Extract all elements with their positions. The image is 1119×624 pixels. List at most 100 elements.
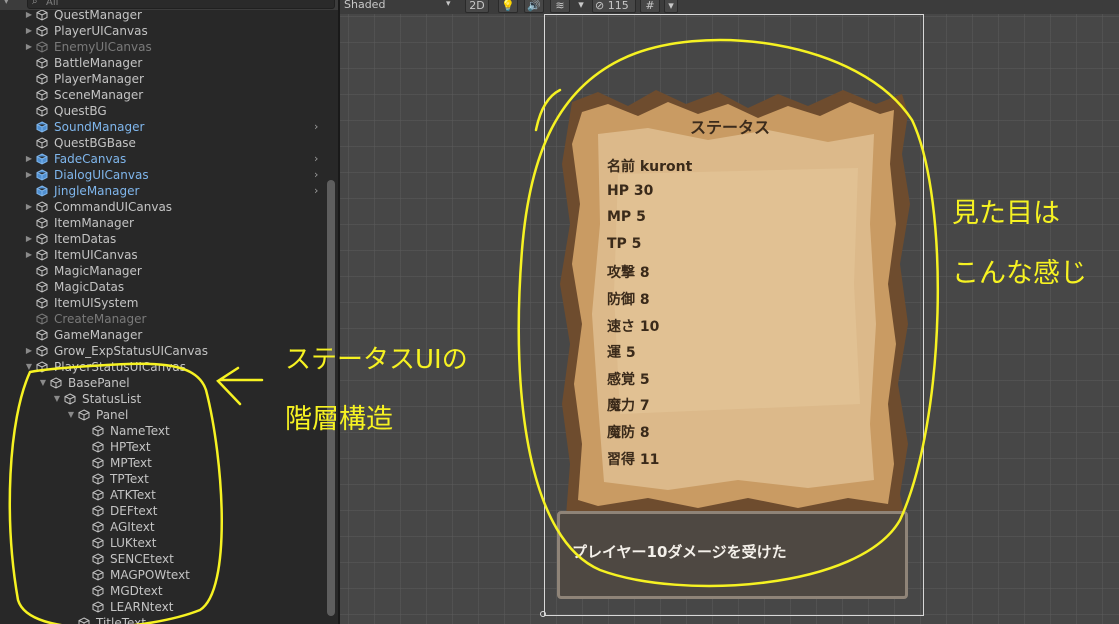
hierarchy-item[interactable]: PlayerManager (0, 71, 325, 87)
hierarchy-item[interactable]: ▶ DialogUICanvas › (0, 167, 325, 183)
hierarchy-item[interactable]: ▶ FadeCanvas › (0, 151, 325, 167)
hierarchy-item-label: DEFtext (110, 504, 158, 518)
grid-tool-button[interactable]: # (640, 0, 660, 13)
expand-arrow-icon[interactable]: ▶ (24, 231, 34, 247)
hierarchy-item[interactable]: JingleManager › (0, 183, 325, 199)
hierarchy-item[interactable]: AGItext (0, 519, 325, 535)
hierarchy-item[interactable]: HPText (0, 439, 325, 455)
hierarchy-item[interactable]: ▶ CommandUICanvas (0, 199, 325, 215)
gameobject-cube-icon (92, 489, 104, 501)
gameobject-cube-icon (36, 57, 48, 69)
expand-arrow-open-icon[interactable]: ▼ (66, 407, 76, 423)
hierarchy-item[interactable]: ▶ Grow_ExpStatusUICanvas (0, 343, 325, 359)
expand-arrow-icon[interactable]: ▶ (24, 167, 34, 183)
hierarchy-item[interactable]: TitleText (0, 615, 325, 624)
hierarchy-item-label: ATKText (110, 488, 156, 502)
expand-arrow-icon[interactable]: ▶ (24, 247, 34, 263)
gameobject-cube-icon (92, 537, 104, 549)
hierarchy-item[interactable]: DEFtext (0, 503, 325, 519)
hierarchy-item[interactable]: ItemUISystem (0, 295, 325, 311)
light-bulb-icon: 💡 (501, 0, 515, 12)
add-menu-dropdown-icon[interactable]: ▾ (4, 0, 9, 7)
hierarchy-search-input[interactable]: ⌕ All (27, 0, 335, 9)
hierarchy-item[interactable]: ▶ EnemyUICanvas (0, 39, 325, 55)
hierarchy-panel: ▶ QuestManager ▶ PlayerUICanvas ▶ EnemyUICanv… (0, 0, 338, 624)
effects-dropdown[interactable]: ▾ (574, 0, 588, 13)
hierarchy-item[interactable]: ▼ Panel (0, 407, 325, 423)
hierarchy-item[interactable]: GameManager (0, 327, 325, 343)
hierarchy-item[interactable]: ▶ ItemUICanvas (0, 247, 325, 263)
effects-button[interactable]: ≋ (550, 0, 570, 13)
hierarchy-item[interactable]: ▼ BasePanel (0, 375, 325, 391)
hierarchy-item[interactable]: MagicDatas (0, 279, 325, 295)
gameobject-cube-icon (36, 89, 48, 101)
2d-toggle-button[interactable]: 2D (465, 0, 489, 13)
hierarchy-item-label: MPText (110, 456, 152, 470)
chevron-right-icon[interactable]: › (314, 151, 318, 167)
stat-line: MP 5 (607, 209, 646, 226)
hierarchy-item[interactable]: MAGPOWtext (0, 567, 325, 583)
hidden-count: 115 (607, 0, 629, 12)
hierarchy-item[interactable]: SENCEtext (0, 551, 325, 567)
prefab-cube-icon (36, 153, 48, 165)
hierarchy-item[interactable]: ATKText (0, 487, 325, 503)
gameobject-cube-icon (92, 553, 104, 565)
hierarchy-item[interactable]: ItemManager (0, 215, 325, 231)
grid-tool-dropdown[interactable]: ▾ (664, 0, 678, 13)
hierarchy-item-label: ItemDatas (54, 232, 117, 246)
chevron-right-icon[interactable]: › (314, 167, 318, 183)
hierarchy-scrollbar[interactable] (327, 180, 335, 616)
gameobject-cube-icon (92, 441, 104, 453)
hierarchy-item[interactable]: QuestBGBase (0, 135, 325, 151)
hierarchy-item-label: ItemUICanvas (54, 248, 138, 262)
expand-arrow-icon[interactable]: ▶ (24, 199, 34, 215)
chevron-right-icon[interactable]: › (314, 183, 318, 199)
hierarchy-item[interactable]: CreateManager (0, 311, 325, 327)
hierarchy-item[interactable]: ▼ PlayerStatusUICanvas (0, 359, 325, 375)
hierarchy-item[interactable]: BattleManager (0, 55, 325, 71)
chevron-right-icon[interactable]: › (314, 119, 318, 135)
search-icon: ⌕ (32, 0, 38, 7)
stat-line: TP 5 (607, 235, 642, 252)
shading-mode-dropdown[interactable]: Shaded ▾ (340, 0, 460, 13)
expand-arrow-icon[interactable]: ▶ (24, 343, 34, 359)
expand-arrow-open-icon[interactable]: ▼ (38, 375, 48, 391)
hierarchy-item[interactable]: SoundManager › (0, 119, 325, 135)
gameobject-cube-icon (92, 601, 104, 613)
hierarchy-item-label: SENCEtext (110, 552, 174, 566)
message-text: プレイヤー10ダメージを受けた (572, 543, 787, 561)
hierarchy-item-label: GameManager (54, 328, 143, 342)
hierarchy-item[interactable]: LEARNtext (0, 599, 325, 615)
layers-icon: ≋ (555, 0, 565, 12)
hierarchy-item[interactable]: LUKtext (0, 535, 325, 551)
hierarchy-item[interactable]: MPText (0, 455, 325, 471)
hierarchy-item[interactable]: ▶ PlayerUICanvas (0, 23, 325, 39)
hierarchy-item[interactable]: ▼ StatusList (0, 391, 325, 407)
gameobject-cube-icon (36, 233, 48, 245)
chevron-down-icon: ▾ (668, 0, 674, 12)
expand-arrow-icon[interactable]: ▶ (24, 151, 34, 167)
hierarchy-item[interactable]: NameText (0, 423, 325, 439)
hierarchy-item[interactable]: ▶ ItemDatas (0, 231, 325, 247)
grid-tool-icon: # (645, 0, 655, 12)
prefab-cube-icon (36, 185, 48, 197)
expand-arrow-open-icon[interactable]: ▼ (24, 359, 34, 375)
hierarchy-item-label: CommandUICanvas (54, 200, 173, 214)
hierarchy-item-label: DialogUICanvas (54, 168, 149, 182)
expand-arrow-icon[interactable]: ▶ (24, 39, 34, 55)
hierarchy-item-label: JingleManager (54, 184, 140, 198)
scene-visibility-button[interactable]: ⊘ 115 (592, 0, 636, 13)
hierarchy-item[interactable]: MGDtext (0, 583, 325, 599)
hierarchy-item[interactable]: SceneManager (0, 87, 325, 103)
stat-line: 習得 11 (607, 451, 660, 468)
hierarchy-item-label: PlayerUICanvas (54, 24, 148, 38)
hierarchy-item[interactable]: MagicManager (0, 263, 325, 279)
canvas-anchor-handle[interactable] (540, 611, 546, 617)
expand-arrow-open-icon[interactable]: ▼ (52, 391, 62, 407)
expand-arrow-icon[interactable]: ▶ (24, 23, 34, 39)
hierarchy-item[interactable]: TPText (0, 471, 325, 487)
audio-toggle-button[interactable]: 🔊 (524, 0, 544, 13)
lighting-toggle-button[interactable]: 💡 (498, 0, 518, 13)
stat-line: 名前 kuront (607, 159, 693, 175)
hierarchy-item[interactable]: QuestBG (0, 103, 325, 119)
